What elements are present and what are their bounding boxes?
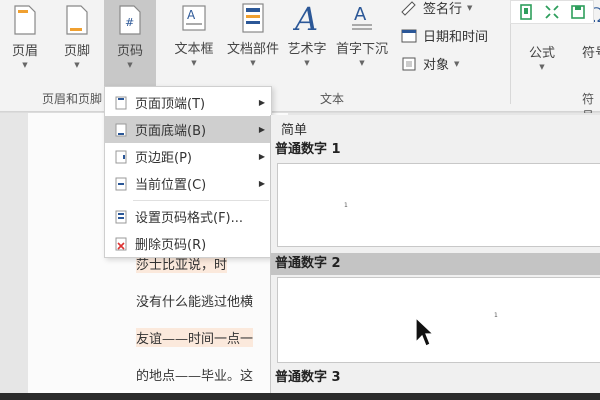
page-icon	[115, 150, 127, 163]
gallery-entry-title: 普通数字 3	[275, 370, 341, 385]
object-label: 对象	[423, 58, 450, 73]
date-time-label: 日期和时间	[423, 30, 489, 45]
svg-text:#: #	[125, 16, 134, 29]
document-line: 的地点——毕业。这	[136, 369, 254, 384]
svg-text:A: A	[293, 0, 318, 34]
menu-item-page-margins[interactable]: 页边距(P) ▶	[105, 143, 271, 170]
drop-cap-icon: A	[352, 4, 372, 30]
signature-line-icon	[401, 0, 416, 16]
gallery-entry-plain-number-2[interactable]: 1	[277, 277, 600, 363]
page-icon	[115, 96, 127, 109]
bottom-bar	[0, 393, 600, 400]
chevron-down-icon: ▼	[22, 61, 28, 69]
menu-item-current-position[interactable]: 当前位置(C) ▶	[105, 170, 271, 197]
wordart-icon: A	[293, 0, 318, 34]
svg-text:A: A	[187, 8, 196, 22]
page-icon	[115, 123, 127, 136]
wordart-label: 艺术字	[287, 42, 327, 57]
page-number-preview: 1	[494, 312, 498, 319]
format-icon	[115, 210, 127, 223]
menu-item-label: 当前位置(C)	[135, 178, 207, 193]
chevron-right-icon: ▶	[258, 152, 265, 161]
gallery-entry-plain-number-1[interactable]: 1	[277, 163, 600, 247]
page-number-menu: 页面顶端(T) ▶ 页面底端(B) ▶ 页边距(P) ▶ 当前位置(C) ▶ 设…	[104, 86, 272, 258]
document-line: 没有什么能逃过他横	[136, 295, 254, 310]
page-number-label: 页码	[116, 44, 143, 59]
menu-item-format-page-numbers[interactable]: 设置页码格式(F)...	[105, 203, 271, 230]
chevron-down-icon: ▼	[74, 61, 80, 69]
gallery-entry-title: 普通数字 2	[271, 253, 600, 275]
fullscreen-icon[interactable]	[543, 3, 561, 21]
menu-item-label: 页面顶端(T)	[135, 97, 206, 112]
menu-item-label: 页面底端(B)	[135, 124, 207, 139]
page-number-preview: 1	[344, 202, 348, 209]
page-number-button[interactable]: # 页码 ▼	[104, 0, 156, 86]
object-icon	[402, 57, 416, 70]
quick-parts-icon	[242, 3, 264, 33]
svg-text:A: A	[354, 4, 367, 25]
wordart-button[interactable]: A 艺术字 ▼	[284, 0, 330, 80]
menu-item-label: 页边距(P)	[135, 151, 192, 166]
signature-line-label: 签名行	[423, 2, 463, 17]
group-label-header-footer: 页眉和页脚	[42, 92, 103, 106]
chevron-down-icon: ▼	[304, 59, 310, 67]
chevron-down-icon: ▼	[127, 61, 133, 69]
menu-item-bottom-of-page[interactable]: 页面底端(B) ▶	[105, 116, 271, 143]
text-box-label: 文本框	[174, 42, 214, 57]
quick-parts-button[interactable]: 文档部件 ▼	[222, 0, 284, 80]
page-view-icon[interactable]	[517, 3, 535, 21]
ribbon: 页眉 ▼ 页脚 ▼ # 页码 ▼ A 文本框 ▼ 文档部件 ▼ A 艺术字 ▼ …	[0, 0, 600, 123]
chevron-down-icon: ▼	[454, 59, 460, 68]
quick-toolbar	[510, 0, 594, 24]
footer-icon	[66, 5, 88, 35]
header-button[interactable]: 页眉 ▼	[4, 0, 46, 80]
gallery-category: 简单	[281, 123, 308, 138]
page-number-icon: #	[119, 5, 141, 35]
page-number-gallery: 简单 普通数字 1 1 普通数字 2 1 普通数字 3	[270, 115, 600, 393]
chevron-right-icon: ▶	[258, 125, 265, 134]
drop-cap-label: 首字下沉	[335, 42, 388, 57]
group-label-text: 文本	[320, 92, 345, 106]
gallery-entry-title: 普通数字 1	[275, 142, 341, 157]
page-icon	[115, 177, 127, 190]
menu-separator	[133, 200, 269, 201]
document-line: 友谊——时间一点一	[136, 328, 254, 347]
equation-label: 公式	[528, 46, 555, 61]
symbol-label: 符号	[582, 46, 600, 61]
text-box-icon: A	[182, 5, 206, 31]
save-icon[interactable]	[569, 3, 587, 21]
header-label: 页眉	[11, 44, 38, 59]
calendar-icon	[401, 29, 417, 42]
footer-button[interactable]: 页脚 ▼	[56, 0, 98, 80]
text-box-button[interactable]: A 文本框 ▼	[168, 0, 220, 80]
signature-line-button[interactable]: 签名行 ▼	[400, 0, 472, 17]
menu-item-top-of-page[interactable]: 页面顶端(T) ▶	[105, 89, 271, 116]
quick-parts-label: 文档部件	[226, 42, 279, 57]
chevron-down-icon: ▼	[539, 63, 545, 71]
chevron-right-icon: ▶	[258, 98, 265, 107]
object-button[interactable]: 对象 ▼	[400, 54, 459, 73]
chevron-right-icon: ▶	[258, 179, 265, 188]
delete-icon	[115, 237, 127, 250]
chevron-down-icon: ▼	[359, 59, 365, 67]
chevron-down-icon: ▼	[191, 59, 197, 67]
menu-item-label: 删除页码(R)	[135, 238, 207, 253]
menu-item-remove-page-numbers[interactable]: 删除页码(R)	[105, 230, 271, 257]
drop-cap-button[interactable]: A 首字下沉 ▼	[332, 0, 392, 80]
chevron-down-icon: ▼	[467, 3, 473, 12]
menu-item-label: 设置页码格式(F)...	[135, 211, 244, 226]
date-time-button[interactable]: 日期和时间	[400, 26, 488, 45]
chevron-down-icon: ▼	[250, 59, 256, 67]
mouse-cursor-icon	[415, 316, 434, 347]
footer-label: 页脚	[63, 44, 90, 59]
header-icon	[14, 5, 36, 35]
